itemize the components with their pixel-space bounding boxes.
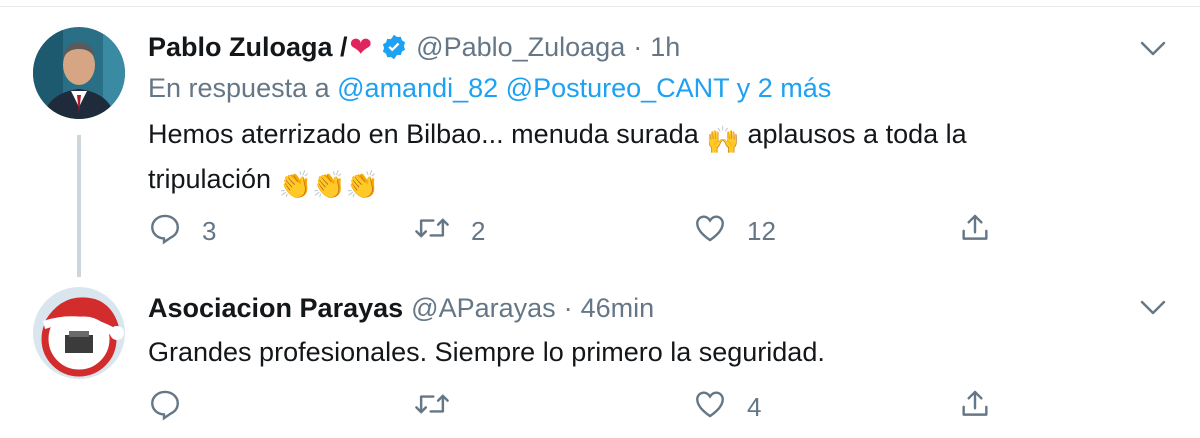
thread-line (77, 135, 81, 277)
more-mentions-link[interactable]: y 2 más (737, 73, 832, 103)
chevron-down-icon[interactable] (1140, 299, 1166, 317)
verified-badge-icon (380, 33, 408, 61)
tweet-text-part: aplausos a toda la (747, 119, 967, 149)
separator: · (633, 31, 643, 62)
tweet-header: Pablo Zuloaga / ❤ @Pablo_Zuloaga · 1h (148, 27, 680, 67)
reply-prefix: En respuesta a (148, 73, 330, 103)
like-count: 4 (747, 391, 762, 422)
tweet-text-part: Hemos aterrizado en Bilbao... menuda sur… (148, 119, 699, 149)
avatar[interactable] (33, 27, 125, 119)
author-handle[interactable]: @Pablo_Zuloaga (416, 32, 625, 63)
reply-button[interactable]: 3 (148, 211, 216, 251)
heart-icon (693, 211, 727, 252)
timestamp[interactable]: 46min (581, 293, 655, 324)
reply-button[interactable] (148, 387, 202, 427)
tweet-text: Grandes profesionales. Siempre lo primer… (148, 337, 825, 367)
heart-emoji: ❤ (349, 31, 373, 62)
retweet-button[interactable] (413, 387, 471, 427)
share-button[interactable] (958, 387, 992, 427)
share-button[interactable] (958, 211, 992, 251)
tweet-actions: 3 2 12 (148, 211, 1008, 251)
like-button[interactable]: 12 (693, 211, 776, 251)
retweet-icon (413, 211, 451, 252)
author-handle[interactable]: @AParayas (411, 293, 555, 324)
clapping-hands-emoji: 👏👏👏 (278, 170, 380, 200)
tweet[interactable]: Asociacion Parayas @AParayas · 46min Gra… (0, 277, 1200, 438)
mention-link[interactable]: @Postureo_CANT (506, 73, 730, 103)
retweet-count: 2 (471, 215, 486, 246)
tweet-header: Asociacion Parayas @AParayas · 46min (148, 288, 654, 328)
tweet-text: Hemos aterrizado en Bilbao... menuda sur… (148, 115, 1128, 205)
heart-icon (693, 387, 727, 428)
timestamp[interactable]: 1h (650, 32, 680, 63)
author-name[interactable]: Pablo Zuloaga / (148, 32, 348, 63)
reply-icon (148, 211, 182, 252)
tweet-text-part: tripulación (148, 164, 272, 194)
tweet[interactable]: Pablo Zuloaga / ❤ @Pablo_Zuloaga · 1h En… (0, 7, 1200, 277)
tweet-actions: 4 (148, 387, 1008, 427)
chevron-down-icon[interactable] (1140, 40, 1166, 58)
raising-hands-emoji: 🙌 (706, 125, 740, 155)
retweet-button[interactable]: 2 (413, 211, 485, 251)
author-name[interactable]: Asociacion Parayas (148, 293, 403, 324)
reply-context: En respuesta a @amandi_82 @Postureo_CANT… (148, 73, 831, 104)
reply-count: 3 (202, 215, 217, 246)
reply-icon (148, 387, 182, 428)
avatar[interactable] (33, 287, 125, 379)
retweet-icon (413, 387, 451, 428)
separator: · (563, 292, 573, 323)
share-icon (958, 387, 992, 428)
like-count: 12 (747, 215, 776, 246)
share-icon (958, 211, 992, 252)
like-button[interactable]: 4 (693, 387, 761, 427)
mention-link[interactable]: @amandi_82 (337, 73, 498, 103)
